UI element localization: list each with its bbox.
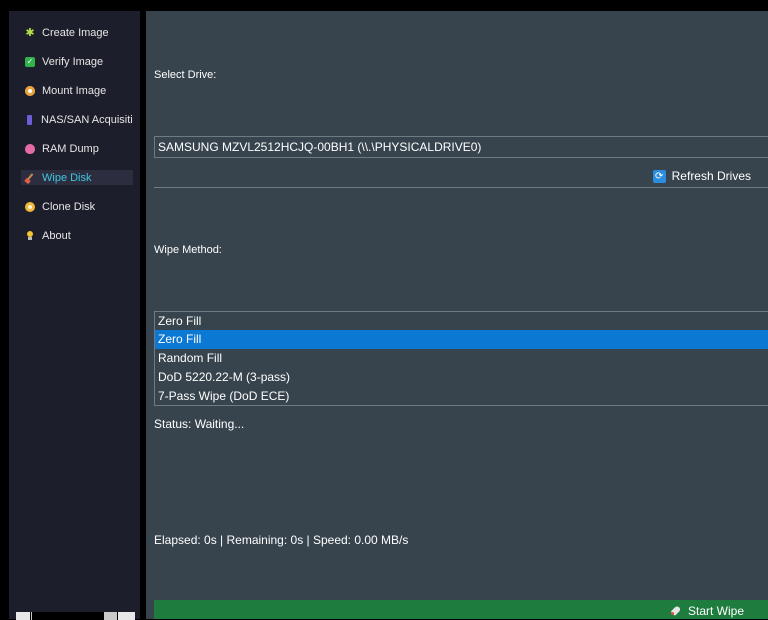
broom-icon [25,173,35,183]
sidebar-item-clone-disk[interactable]: Clone Disk [21,199,133,214]
refresh-drives-label: Refresh Drives [671,169,751,183]
wipe-method-select[interactable]: Zero Fill [154,311,768,331]
wipe-disk-panel: Select Drive: SAMSUNG MZVL2512HCJQ-00BH1… [146,11,768,619]
status-text: Status: Waiting... [154,417,245,431]
sidebar-item-label: About [42,229,71,242]
sidebar-item-mount-image[interactable]: Mount Image [21,83,133,98]
nas-icon [27,114,32,125]
sidebar-item-create-image[interactable]: ✱ Create Image [21,25,133,40]
clone-disc-icon [25,201,35,212]
lightbulb-icon [25,230,35,241]
sidebar-item-label: Verify Image [42,55,104,68]
checkbox-icon: ✓ [25,56,35,67]
sidebar-item-nas-san-acquisition[interactable]: NAS/SAN Acquisition [21,112,133,127]
wipe-method-option-dod-3-pass[interactable]: DoD 5220.22-M (3-pass) [155,368,768,387]
puzzle-icon: ✱ [25,27,35,39]
sidebar-item-label: Clone Disk [42,200,96,213]
wipe-method-label: Wipe Method: [154,244,222,256]
wipe-method-option-zero-fill[interactable]: Zero Fill [155,330,768,349]
wipe-method-option-7-pass[interactable]: 7-Pass Wipe (DoD ECE) [155,387,768,406]
select-drive-label: Select Drive: [154,69,217,81]
divider [154,187,768,188]
refresh-drives-button[interactable]: ⟳ Refresh Drives [652,168,751,184]
sidebar-item-label: Create Image [42,26,109,39]
sidebar: ✱ Create Image ✓ Verify Image Mount Imag… [9,11,140,620]
wipe-method-option-random-fill[interactable]: Random Fill [155,349,768,368]
rocket-icon [670,605,682,617]
start-wipe-button[interactable]: Start Wipe [154,600,768,619]
brain-icon [25,143,35,154]
sidebar-item-label: RAM Dump [42,142,99,155]
start-wipe-label: Start Wipe [687,604,744,618]
sidebar-item-about[interactable]: About [21,228,133,243]
refresh-icon: ⟳ [652,169,666,183]
progress-stats-text: Elapsed: 0s | Remaining: 0s | Speed: 0.0… [154,533,409,547]
sidebar-item-label: Mount Image [42,84,107,97]
sidebar-item-ram-dump[interactable]: RAM Dump [21,141,133,156]
sidebar-item-verify-image[interactable]: ✓ Verify Image [21,54,133,69]
wipe-method-dropdown-list: Zero Fill Random Fill DoD 5220.22-M (3-p… [154,330,768,406]
drive-select[interactable]: SAMSUNG MZVL2512HCJQ-00BH1 (\\.\PHYSICAL… [154,136,768,158]
disc-icon [25,85,35,96]
sidebar-item-label: Wipe Disk [42,171,92,184]
sidebar-item-wipe-disk[interactable]: Wipe Disk [21,170,133,185]
sidebar-item-label: NAS/SAN Acquisition [41,113,133,126]
